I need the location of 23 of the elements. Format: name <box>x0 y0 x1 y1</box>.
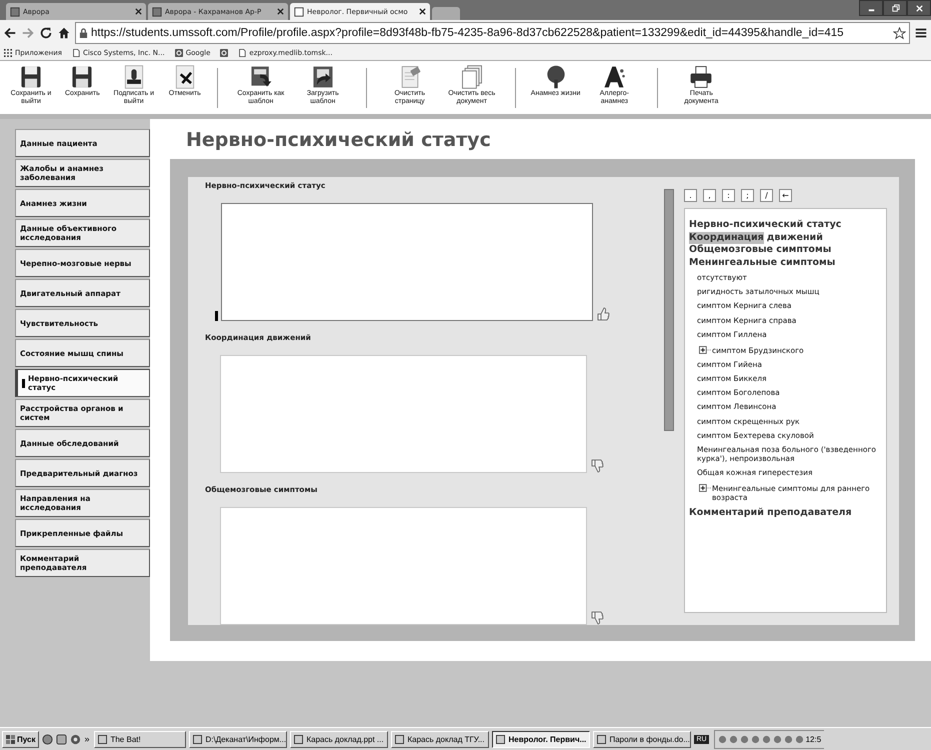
clock: 12:5 <box>806 734 822 744</box>
punctuation-button[interactable]: , <box>703 189 716 202</box>
taskbar-button[interactable]: The Bat! <box>94 730 186 748</box>
tree-heading[interactable]: Менингеальные симптомы <box>689 256 836 269</box>
taskbar-button[interactable]: D:\Деканат\Информ... <box>189 730 288 748</box>
taskbar-button[interactable]: Невролог. Первич... <box>492 730 590 748</box>
page-title: Нервно-психический статус <box>186 129 492 151</box>
taskbar-button[interactable]: Пароли в фонды.do... <box>593 730 692 748</box>
punctuation-button[interactable]: : <box>722 189 735 202</box>
more-button[interactable]: » <box>84 734 90 744</box>
punctuation-button[interactable]: ; <box>741 189 754 202</box>
punctuation-button[interactable]: ← <box>779 189 792 202</box>
punctuation-button[interactable]: . <box>684 189 697 202</box>
taskbar-button[interactable]: Карась доклад.ppt ... <box>290 730 388 748</box>
punctuation-button[interactable]: / <box>760 189 773 202</box>
tree-heading[interactable]: Комментарий преподавателя <box>689 507 852 520</box>
tree-heading[interactable]: движений <box>766 232 823 244</box>
tree-heading[interactable]: Нервно-психический статус <box>689 219 842 232</box>
tree-heading[interactable]: Координация <box>689 232 764 244</box>
taskbar-button[interactable]: Карась доклад ТГУ... <box>391 730 490 748</box>
address-bar[interactable]: https://students.umssoft.com/Profile/profile.aspx?profile=8d93f48b-fb75-4235-8a96-8d37cb622528&patient=133299&edit_id=44395&handle_id=415 <box>75 22 910 44</box>
tree-heading[interactable]: Общемозговые симптомы <box>689 244 832 256</box>
start-button[interactable]: Пуск <box>2 730 40 748</box>
